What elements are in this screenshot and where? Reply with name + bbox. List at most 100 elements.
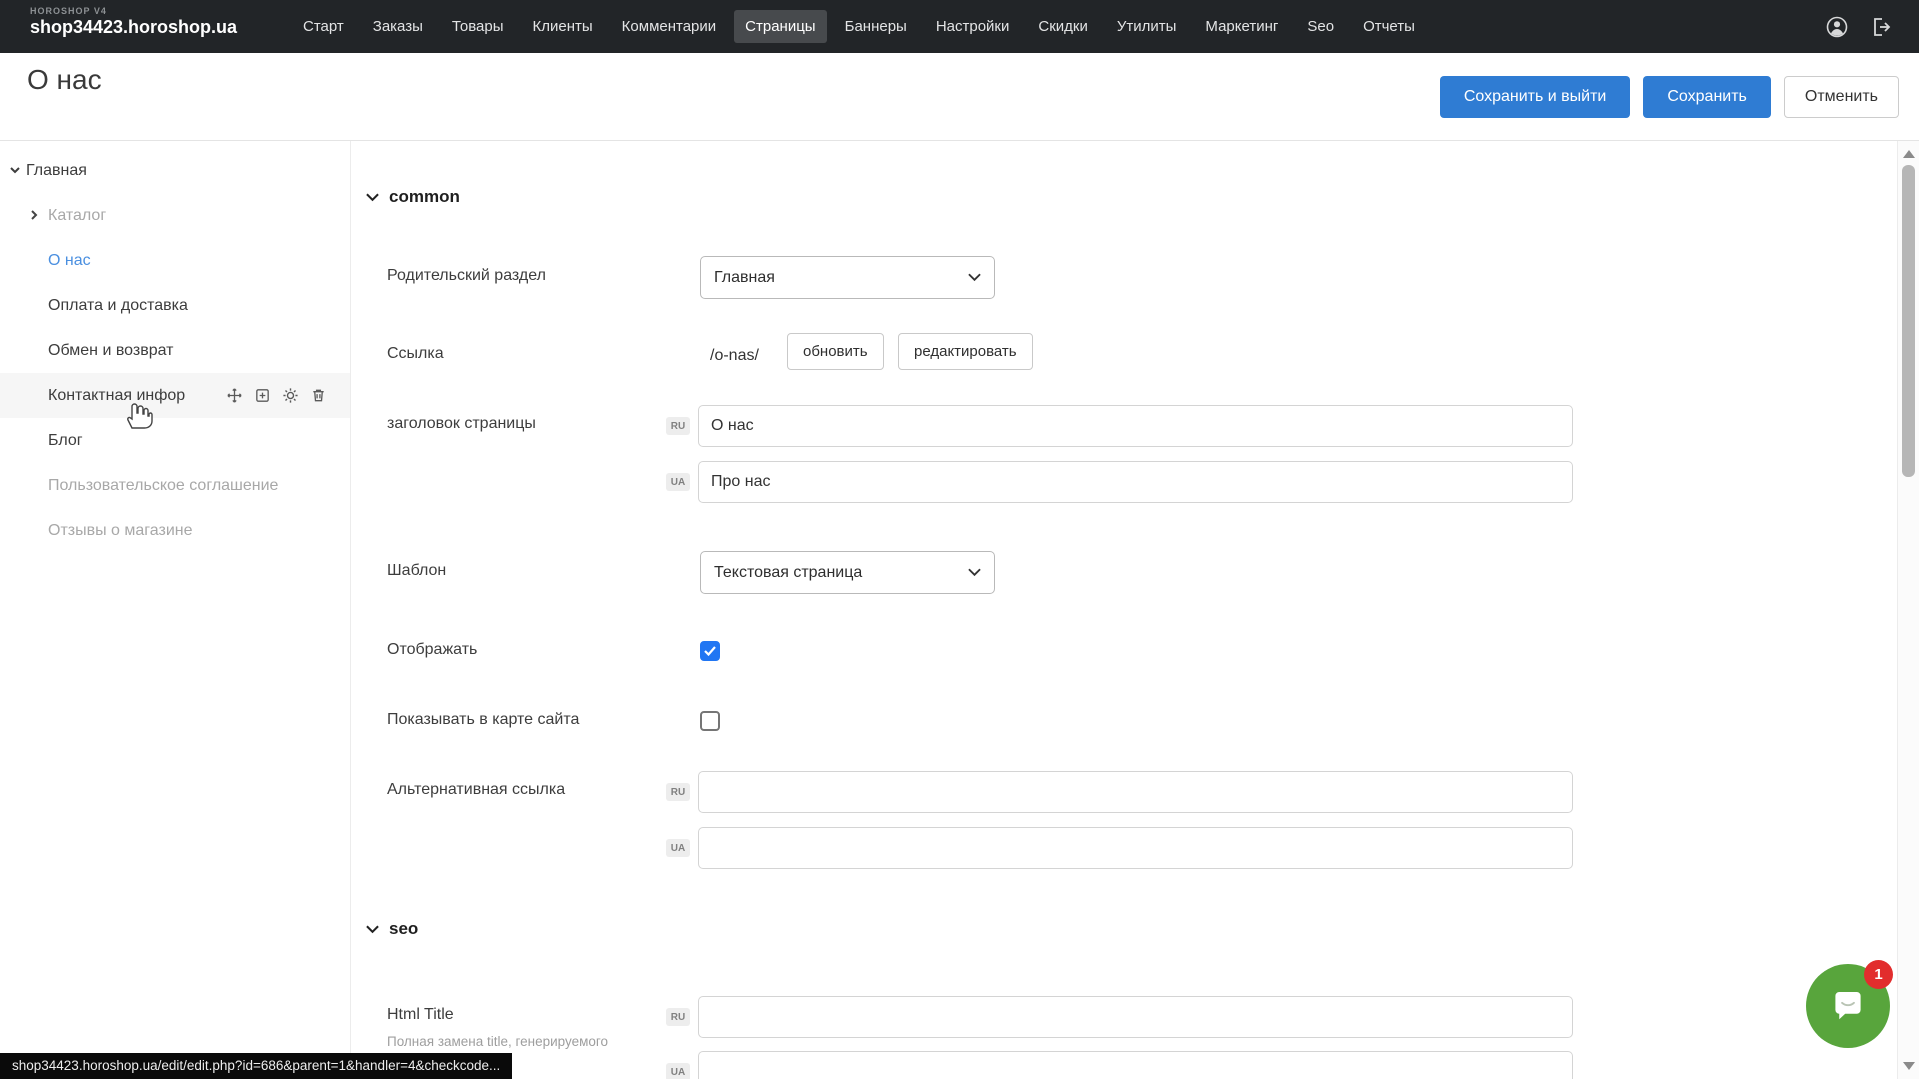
page-edit-form: common Родительский раздел Главная Ссылк… (352, 141, 1897, 1079)
display-label: Отображать (387, 641, 477, 659)
parent-section-value: Главная (714, 269, 775, 287)
html-title-ru-row: RU (666, 995, 1573, 1039)
lang-badge-ru: RU (666, 783, 690, 801)
logout-icon[interactable] (1869, 15, 1893, 39)
nav-item-start[interactable]: Старт (292, 10, 355, 43)
scrollbar-thumb[interactable] (1902, 165, 1915, 477)
nav-item-orders[interactable]: Заказы (362, 10, 434, 43)
alt-link-ru-input[interactable] (698, 771, 1573, 813)
lang-badge-ua: UA (666, 839, 690, 857)
section-seo[interactable]: seo (366, 919, 418, 939)
lang-badge-ua: UA (666, 1063, 690, 1079)
pages-tree-sidebar: Главная Каталог О нас Оплата и доставка … (0, 141, 351, 1079)
settings-gear-icon[interactable] (282, 387, 299, 404)
sidebar-item-label: Главная (26, 148, 87, 193)
link-path-value: /o-nas/ (710, 347, 759, 365)
template-label: Шаблон (387, 562, 446, 580)
section-seo-title: seo (389, 919, 418, 939)
chat-unread-badge: 1 (1864, 960, 1893, 989)
chevron-down-icon (366, 925, 379, 934)
sidebar-item-label: Пользовательское соглашение (48, 463, 278, 508)
nav-item-utilities[interactable]: Утилиты (1106, 10, 1188, 43)
sidebar-item-otzyvy[interactable]: Отзывы о магазине (0, 508, 350, 553)
sidebar-item-label: Обмен и возврат (48, 328, 173, 373)
link-edit-button[interactable]: редактировать (898, 333, 1033, 370)
chat-widget-button[interactable]: 1 (1806, 964, 1890, 1048)
brand-logo[interactable]: HOROSHOP V4 shop34423.horoshop.ua (30, 6, 237, 38)
page-title: О нас (27, 64, 102, 96)
header-buttons: Сохранить и выйти Сохранить Отменить (1440, 76, 1899, 118)
lang-badge-ru: RU (666, 417, 690, 435)
nav-item-marketing[interactable]: Маркетинг (1194, 10, 1289, 43)
sidebar-item-glavnaya[interactable]: Главная (0, 148, 350, 193)
html-title-label: Html Title (387, 1006, 454, 1024)
page-heading-ru-input[interactable] (698, 405, 1573, 447)
lang-badge-ru: RU (666, 1008, 690, 1026)
brand-version: HOROSHOP V4 (30, 6, 237, 16)
nav-item-seo[interactable]: Seo (1296, 10, 1345, 43)
template-value: Текстовая страница (714, 564, 862, 582)
top-nav: HOROSHOP V4 shop34423.horoshop.ua Старт … (0, 0, 1919, 53)
sidebar-item-obmen[interactable]: Обмен и возврат (0, 328, 350, 373)
html-title-ua-input[interactable] (698, 1051, 1573, 1079)
sidebar-item-soglashenie[interactable]: Пользовательское соглашение (0, 463, 350, 508)
sidebar-item-o-nas[interactable]: О нас (0, 238, 350, 283)
alt-link-ua-input[interactable] (698, 827, 1573, 869)
status-url-bar: shop34423.horoshop.ua/edit/edit.php?id=6… (0, 1053, 512, 1079)
page-heading-label: заголовок страницы (387, 415, 536, 433)
add-page-icon[interactable] (254, 387, 271, 404)
nav-menu: Старт Заказы Товары Клиенты Комментарии … (292, 0, 1426, 53)
cancel-button[interactable]: Отменить (1784, 76, 1899, 118)
sitemap-checkbox[interactable] (700, 711, 720, 731)
nav-item-reports[interactable]: Отчеты (1352, 10, 1426, 43)
parent-section-select[interactable]: Главная (700, 256, 995, 299)
chevron-right-icon[interactable] (27, 208, 41, 222)
nav-item-products[interactable]: Товары (441, 10, 515, 43)
alt-link-ru-row: RU (666, 770, 1573, 814)
vertical-scrollbar[interactable] (1897, 141, 1919, 1079)
chevron-down-icon (366, 193, 379, 202)
save-button[interactable]: Сохранить (1643, 76, 1771, 118)
page-heading-ru-row: RU (666, 404, 1573, 448)
nav-item-comments[interactable]: Комментарии (611, 10, 727, 43)
page-heading-ua-input[interactable] (698, 461, 1573, 503)
scroll-down-icon[interactable] (1903, 1062, 1915, 1070)
link-refresh-button[interactable]: обновить (787, 333, 884, 370)
alt-link-label: Альтернативная ссылка (387, 781, 565, 799)
html-title-ru-input[interactable] (698, 996, 1573, 1038)
save-and-exit-button[interactable]: Сохранить и выйти (1440, 76, 1631, 118)
user-icon[interactable] (1825, 15, 1849, 39)
nav-item-settings[interactable]: Настройки (925, 10, 1021, 43)
nav-item-clients[interactable]: Клиенты (522, 10, 604, 43)
sidebar-item-oplata[interactable]: Оплата и доставка (0, 283, 350, 328)
sidebar-item-label: Оплата и доставка (48, 283, 188, 328)
html-title-hint: Полная замена title, генерируемого (387, 1034, 608, 1049)
display-checkbox[interactable] (700, 641, 720, 661)
sidebar-item-kontaktnaya[interactable]: Контактная инфор (0, 373, 350, 418)
chevron-down-icon[interactable] (8, 163, 22, 177)
section-common-title: common (389, 187, 460, 207)
nav-item-pages[interactable]: Страницы (734, 10, 826, 43)
chevron-down-icon (968, 273, 981, 282)
sidebar-item-label: Отзывы о магазине (48, 508, 193, 553)
checkmark-icon (704, 646, 716, 656)
delete-trash-icon[interactable] (310, 387, 327, 404)
page-heading-ua-row: UA (666, 460, 1573, 504)
sidebar-item-label: Блог (48, 418, 83, 463)
sidebar-item-katalog[interactable]: Каталог (0, 193, 350, 238)
brand-domain: shop34423.horoshop.ua (30, 17, 237, 38)
sitemap-label: Показывать в карте сайта (387, 711, 579, 729)
drag-move-icon[interactable] (226, 387, 243, 404)
tree-row-actions (226, 387, 327, 404)
lang-badge-ua: UA (666, 473, 690, 491)
sidebar-item-blog[interactable]: Блог (0, 418, 350, 463)
template-select[interactable]: Текстовая страница (700, 551, 995, 594)
parent-section-label: Родительский раздел (387, 267, 546, 285)
scroll-up-icon[interactable] (1903, 150, 1915, 158)
sidebar-item-label: Каталог (48, 193, 106, 238)
section-common[interactable]: common (366, 187, 460, 207)
hand-cursor-icon (122, 399, 154, 431)
nav-item-discounts[interactable]: Скидки (1027, 10, 1098, 43)
sidebar-item-label: О нас (48, 238, 91, 283)
nav-item-banners[interactable]: Баннеры (834, 10, 918, 43)
